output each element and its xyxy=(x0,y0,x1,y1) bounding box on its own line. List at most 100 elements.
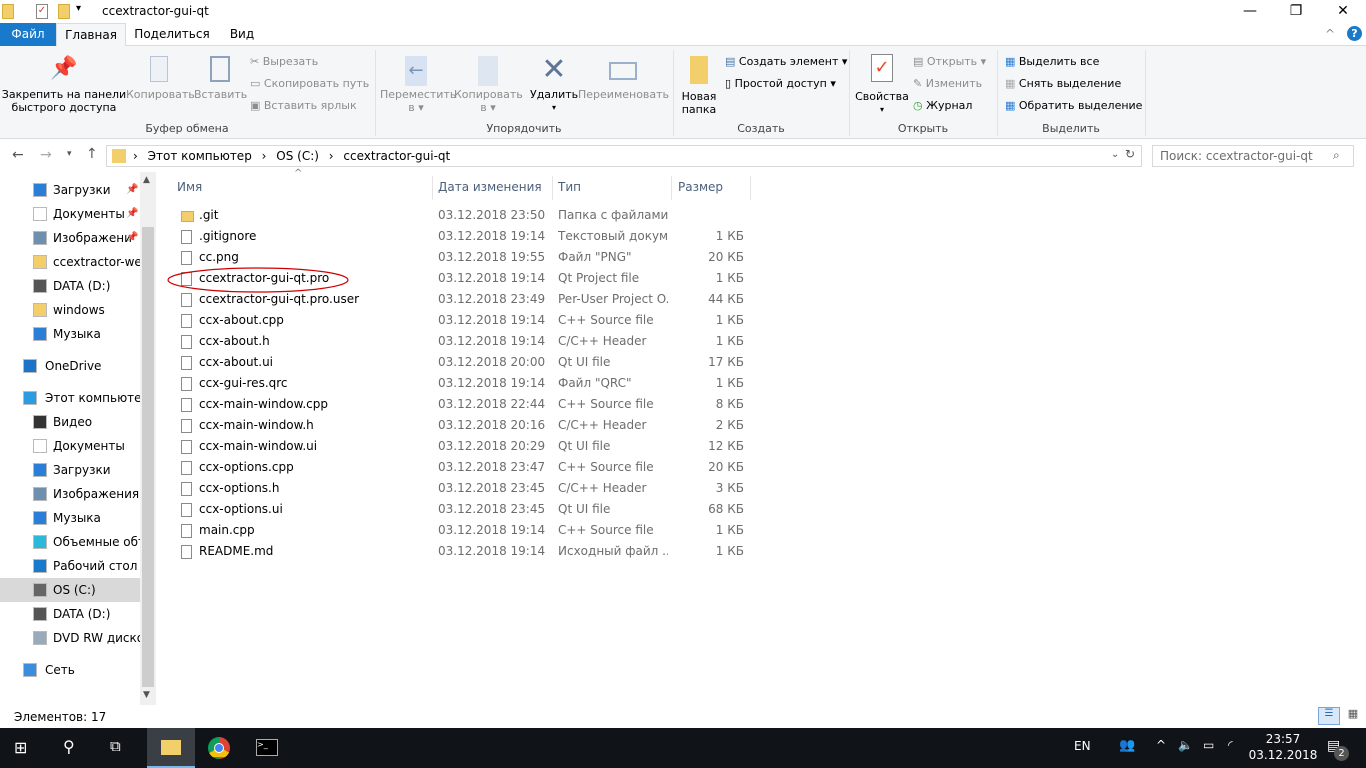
chrome-icon[interactable] xyxy=(208,737,230,759)
new-item-button[interactable]: ▤ Создать элемент ▾ xyxy=(725,55,847,68)
file-row[interactable]: ccx-main-window.cpp 03.12.2018 22:44 C++ S… xyxy=(170,394,750,415)
tab-home[interactable]: Главная xyxy=(56,23,126,47)
nav-item[interactable]: Видео xyxy=(0,410,140,434)
minimize-button[interactable]: — xyxy=(1227,0,1273,23)
paste-button[interactable]: Вставить xyxy=(194,56,247,101)
cut-button[interactable]: ✂ Вырезать xyxy=(250,55,318,68)
nav-item[interactable]: windows xyxy=(0,298,140,322)
column-date[interactable]: Дата изменения xyxy=(438,176,542,200)
task-view-icon[interactable]: ⧉ xyxy=(110,737,121,755)
copy-path-button[interactable]: ▭ Скопировать путь xyxy=(250,77,369,90)
nav-item[interactable]: Этот компьютер xyxy=(0,386,140,410)
terminal-icon[interactable]: >_ xyxy=(256,739,278,756)
search-box[interactable]: Поиск: ccextractor-gui-qt ⌕ xyxy=(1152,145,1354,167)
clock-date[interactable]: 03.12.2018 xyxy=(1247,748,1319,762)
properties-quick-icon[interactable]: ✓ xyxy=(36,4,48,19)
language-indicator[interactable]: EN xyxy=(1074,739,1091,753)
file-row[interactable]: README.md 03.12.2018 19:14 Исходный файл .… xyxy=(170,541,750,562)
nav-item[interactable]: DATA (D:) xyxy=(0,274,140,298)
nav-item[interactable]: Рабочий стол xyxy=(0,554,140,578)
file-row[interactable]: ccx-options.ui 03.12.2018 23:45 Qt UI file… xyxy=(170,499,750,520)
file-row[interactable]: .gitignore 03.12.2018 19:14 Текстовый доку… xyxy=(170,226,750,247)
rename-button[interactable]: Переименовать xyxy=(578,56,669,101)
address-bar[interactable]: › Этот компьютер › OS (C:) › ccextractor… xyxy=(106,145,1142,167)
file-row[interactable]: ccx-options.h 03.12.2018 23:45 C/C++ Heade… xyxy=(170,478,750,499)
file-row[interactable]: ccx-about.cpp 03.12.2018 19:14 C++ Source … xyxy=(170,310,750,331)
move-to-button[interactable]: ← Переместить в ▾ xyxy=(380,56,456,114)
nav-item[interactable]: Объемные объ xyxy=(0,530,140,554)
properties-button[interactable]: ✓ Свойства ▾ xyxy=(854,54,910,116)
up-button[interactable]: ↑ xyxy=(86,146,98,162)
nav-item[interactable]: Изображения xyxy=(0,482,140,506)
people-icon[interactable]: 👥 xyxy=(1119,738,1135,753)
pin-quick-access-button[interactable]: 📌 Закрепить на панели быстрого доступа xyxy=(0,56,128,114)
back-button[interactable]: ← xyxy=(12,147,24,163)
search-icon[interactable]: ⚲ xyxy=(63,737,75,756)
nav-item[interactable]: Загрузки xyxy=(0,458,140,482)
scroll-down-icon[interactable]: ▼ xyxy=(143,690,150,700)
clock-time[interactable]: 23:57 xyxy=(1253,732,1313,746)
scroll-up-icon[interactable]: ▲ xyxy=(143,175,150,185)
select-all-button[interactable]: ▦ Выделить все xyxy=(1005,55,1099,68)
delete-button[interactable]: ✕ Удалить ▾ xyxy=(530,52,578,114)
select-none-button[interactable]: ▦ Снять выделение xyxy=(1005,77,1121,90)
close-button[interactable]: ✕ xyxy=(1320,0,1366,23)
tab-share[interactable]: Поделиться xyxy=(130,23,214,46)
refresh-icon[interactable]: ↻ xyxy=(1125,147,1135,161)
nav-scrollbar[interactable]: ▲ ▼ xyxy=(140,172,156,705)
paste-shortcut-button[interactable]: ▣ Вставить ярлык xyxy=(250,99,357,112)
recent-locations-button[interactable]: ▾ xyxy=(67,149,72,159)
file-row[interactable]: main.cpp 03.12.2018 19:14 C++ Source file 1… xyxy=(170,520,750,541)
file-row[interactable]: cc.png 03.12.2018 19:55 Файл "PNG" 20 КБ xyxy=(170,247,750,268)
nav-item[interactable]: Музыка xyxy=(0,506,140,530)
file-row[interactable]: ccx-main-window.ui 03.12.2018 20:29 Qt UI … xyxy=(170,436,750,457)
copy-button[interactable]: Копировать xyxy=(126,56,195,101)
breadcrumb-current[interactable]: ccextractor-gui-qt xyxy=(343,149,450,163)
file-row[interactable]: ccx-about.ui 03.12.2018 20:00 Qt UI file 17… xyxy=(170,352,750,373)
large-icons-view-button[interactable]: ▦ xyxy=(1343,707,1363,725)
nav-item[interactable]: DATA (D:) xyxy=(0,602,140,626)
nav-item[interactable]: Документы 📌 xyxy=(0,202,140,226)
address-dropdown-icon[interactable]: ⌄ xyxy=(1111,149,1119,160)
help-icon[interactable]: ? xyxy=(1347,26,1362,41)
edit-button[interactable]: ✎ Изменить xyxy=(913,77,982,90)
maximize-button[interactable]: ❐ xyxy=(1273,0,1319,23)
nav-item[interactable]: OneDrive xyxy=(0,354,140,378)
details-view-button[interactable]: ☰ xyxy=(1318,707,1340,725)
file-row[interactable]: ccx-options.cpp 03.12.2018 23:47 C++ Sourc… xyxy=(170,457,750,478)
nav-item[interactable]: Музыка xyxy=(0,322,140,346)
invert-selection-button[interactable]: ▦ Обратить выделение xyxy=(1005,99,1142,112)
file-row[interactable]: ccx-gui-res.qrc 03.12.2018 19:14 Файл "QRC… xyxy=(170,373,750,394)
wifi-icon[interactable]: ◜ xyxy=(1228,738,1233,752)
nav-item[interactable]: ccextractor-web xyxy=(0,250,140,274)
search-input[interactable]: Поиск: ccextractor-gui-qt xyxy=(1160,149,1313,163)
show-hidden-icons[interactable]: ^ xyxy=(1156,738,1166,752)
column-size[interactable]: Размер xyxy=(678,176,723,200)
easy-access-button[interactable]: ▯ Простой доступ ▾ xyxy=(725,77,836,90)
nav-item[interactable]: Изображени 📌 xyxy=(0,226,140,250)
column-name[interactable]: Имя xyxy=(177,176,202,200)
column-type[interactable]: Тип xyxy=(558,176,581,200)
new-folder-button[interactable]: Новая папка xyxy=(678,56,720,116)
nav-item[interactable]: DVD RW дисков xyxy=(0,626,140,650)
battery-icon[interactable]: ▭ xyxy=(1203,738,1214,752)
file-row[interactable]: ccx-main-window.h 03.12.2018 20:16 C/C++ H… xyxy=(170,415,750,436)
nav-item[interactable]: Сеть xyxy=(0,658,140,682)
copy-to-button[interactable]: Копировать в ▾ xyxy=(454,56,523,114)
open-button[interactable]: ▤ Открыть ▾ xyxy=(913,55,986,68)
forward-button[interactable]: → xyxy=(40,147,52,163)
nav-item[interactable]: OS (C:) xyxy=(0,578,140,602)
scrollbar-thumb[interactable] xyxy=(142,227,154,687)
breadcrumb-this-pc[interactable]: Этот компьютер xyxy=(148,149,252,163)
file-row[interactable]: .git 03.12.2018 23:50 Папка с файлами xyxy=(170,205,750,226)
start-windows-icon[interactable]: ⊞ xyxy=(14,738,27,757)
new-folder-quick-icon[interactable] xyxy=(58,4,70,19)
taskbar-explorer-button[interactable] xyxy=(147,728,195,768)
tab-file[interactable]: Файл xyxy=(0,23,56,46)
breadcrumb-os-c[interactable]: OS (C:) xyxy=(276,149,319,163)
nav-item[interactable]: Загрузки 📌 xyxy=(0,178,140,202)
history-button[interactable]: ◷ Журнал xyxy=(913,99,972,112)
tab-view[interactable]: Вид xyxy=(222,23,262,46)
customize-quick-access-icon[interactable]: ▾ xyxy=(76,3,81,14)
collapse-ribbon-icon[interactable]: ^ xyxy=(1325,27,1335,41)
